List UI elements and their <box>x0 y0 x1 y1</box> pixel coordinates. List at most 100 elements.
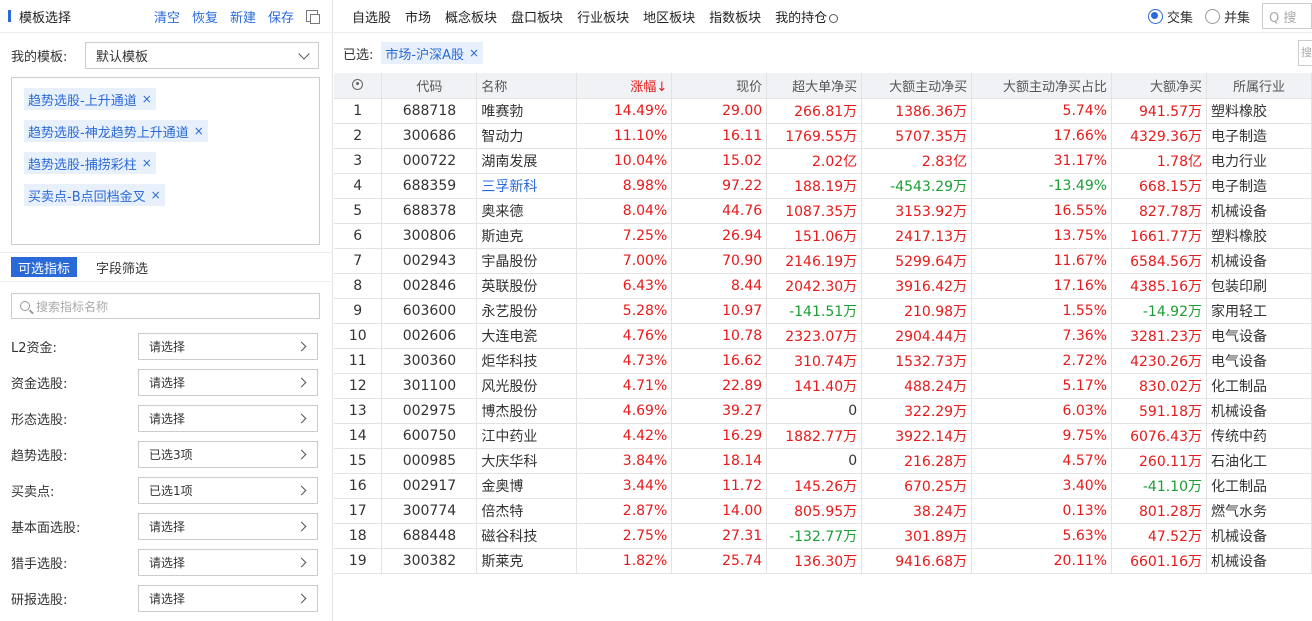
table-row[interactable]: 17 300774 倍杰特 2.87% 14.00 805.95万 38.24万 0.13% 8… <box>334 498 1312 524</box>
filter-select[interactable]: 请选择 <box>138 368 318 396</box>
header-large-active-net-buy-col[interactable]: 大额主动净买 <box>861 73 973 99</box>
filter-select[interactable]: 请选择 <box>138 512 318 540</box>
filter-select[interactable]: 已选1项 <box>138 476 318 504</box>
close-icon[interactable]: × <box>151 188 161 202</box>
super-large-net-buy: 2146.19万 <box>766 248 863 274</box>
result-search-input[interactable]: 搜 <box>1298 40 1312 66</box>
table-row[interactable]: 2 300686 智动力 11.10% 16.11 1769.55万 5707.35万 17.… <box>334 123 1312 149</box>
stock-code: 002943 <box>381 248 478 274</box>
stock-name[interactable]: 斯迪克 <box>476 223 578 249</box>
table-row[interactable]: 3 000722 湖南发展 10.04% 15.02 2.02亿 2.83亿 31.17% 1.… <box>334 148 1312 174</box>
filter-row: L2资金: 请选择 <box>11 328 320 364</box>
stock-name[interactable]: 磁谷科技 <box>476 523 578 549</box>
super-large-net-buy: 136.30万 <box>766 548 863 574</box>
template-dropdown[interactable]: 默认模板 <box>85 42 319 69</box>
nav-index[interactable]: 指数板块 <box>709 7 761 26</box>
stock-name[interactable]: 江中药业 <box>476 423 578 449</box>
table-row[interactable]: 4 688359 三孚新科 8.98% 97.22 188.19万 -4543.29万 -13… <box>334 173 1312 199</box>
radio-intersect-label: 交集 <box>1166 10 1193 26</box>
table-row[interactable]: 12 301100 风光股份 4.71% 22.89 141.40万 488.24万 5.17… <box>334 373 1312 399</box>
nav-industry[interactable]: 行业板块 <box>577 7 629 26</box>
restore-button[interactable]: 恢复 <box>192 7 218 26</box>
header-code-col[interactable]: 代码 <box>381 73 478 99</box>
table-row[interactable]: 1 688718 唯赛勃 14.49% 29.00 266.81万 1386.36万 5.74… <box>334 98 1312 124</box>
super-large-net-buy: 1769.55万 <box>766 123 863 149</box>
nav-watchlist[interactable]: 自选股 <box>352 7 391 26</box>
header-super-large-net-buy-col[interactable]: 超大单净买 <box>766 73 863 99</box>
stock-code: 688359 <box>381 173 478 199</box>
panel-title: 模板选择 <box>19 10 72 26</box>
stock-name[interactable]: 风光股份 <box>476 373 578 399</box>
clear-button[interactable]: 清空 <box>154 7 180 26</box>
stock-name[interactable]: 永艺股份 <box>476 298 578 324</box>
table-row[interactable]: 16 002917 金奥博 3.44% 11.72 145.26万 670.25万 3.40%… <box>334 473 1312 499</box>
stock-name[interactable]: 金奥博 <box>476 473 578 499</box>
large-active-net-buy: 3922.14万 <box>861 423 973 449</box>
filter-label: 买卖点: <box>11 484 55 500</box>
large-active-net-buy: 216.28万 <box>861 448 973 474</box>
large-active-ratio: 1.55% <box>971 298 1113 324</box>
nav-concept[interactable]: 概念板块 <box>445 7 497 26</box>
large-net-buy: 4385.16万 <box>1111 273 1207 299</box>
filter-select[interactable]: 请选择 <box>138 548 318 576</box>
table-row[interactable]: 5 688378 奥来德 8.04% 44.76 1087.35万 3153.92万 16.5… <box>334 198 1312 224</box>
nav-board[interactable]: 盘口板块 <box>511 7 563 26</box>
nav-region[interactable]: 地区板块 <box>643 7 695 26</box>
stock-name[interactable]: 三孚新科 <box>476 173 578 199</box>
header-change-col[interactable]: 涨幅↓ <box>576 73 673 99</box>
filter-select[interactable]: 请选择 <box>138 404 318 432</box>
stock-code: 603600 <box>381 298 478 324</box>
table-row[interactable]: 10 002606 大连电瓷 4.76% 10.78 2323.07万 2904.44万 7.… <box>334 323 1312 349</box>
tab-available-indicators[interactable]: 可选指标 <box>11 257 78 277</box>
nav-holdings[interactable]: 我的持仓 <box>775 7 839 26</box>
table-row[interactable]: 6 300806 斯迪克 7.25% 26.94 151.06万 2417.13万 13.75… <box>334 223 1312 249</box>
table-row[interactable]: 14 600750 江中药业 4.42% 16.29 1882.77万 3922.14万 9.… <box>334 423 1312 449</box>
close-icon[interactable]: × <box>142 92 152 106</box>
stock-name[interactable]: 炬华科技 <box>476 348 578 374</box>
price: 29.00 <box>671 98 768 124</box>
stock-name[interactable]: 博杰股份 <box>476 398 578 424</box>
nav-market[interactable]: 市场 <box>405 7 431 26</box>
table-row[interactable]: 15 000985 大庆华科 3.84% 18.14 0 216.28万 4.57% 260.1… <box>334 448 1312 474</box>
table-row[interactable]: 13 002975 博杰股份 4.69% 39.27 0 322.29万 6.03% 591.1… <box>334 398 1312 424</box>
close-icon[interactable]: × <box>142 156 152 170</box>
stock-name[interactable]: 智动力 <box>476 123 578 149</box>
table-row[interactable]: 7 002943 宇晶股份 7.00% 70.90 2146.19万 5299.64万 11.… <box>334 248 1312 274</box>
header-large-active-ratio-col[interactable]: 大额主动净买占比 <box>971 73 1113 99</box>
close-icon[interactable]: × <box>469 46 479 60</box>
stock-name[interactable]: 唯赛勃 <box>476 98 578 124</box>
radio-intersect[interactable]: 交集 <box>1147 7 1193 26</box>
detach-window-icon[interactable] <box>306 10 320 24</box>
table-row[interactable]: 11 300360 炬华科技 4.73% 16.62 310.74万 1532.73万 2.7… <box>334 348 1312 374</box>
table-row[interactable]: 8 002846 英联股份 6.43% 8.44 2042.30万 3916.42万 17.1… <box>334 273 1312 299</box>
header-settings-col[interactable] <box>334 73 383 99</box>
super-large-net-buy: 2.02亿 <box>766 148 863 174</box>
header-large-net-buy-col[interactable]: 大额净买 <box>1111 73 1207 99</box>
stock-name[interactable]: 斯莱克 <box>476 548 578 574</box>
filter-select[interactable]: 请选择 <box>138 584 318 612</box>
stock-name[interactable]: 湖南发展 <box>476 148 578 174</box>
stock-name[interactable]: 奥来德 <box>476 198 578 224</box>
stock-name[interactable]: 倍杰特 <box>476 498 578 524</box>
table-row[interactable]: 19 300382 斯莱克 1.82% 25.74 136.30万 9416.68万 20.1… <box>334 548 1312 574</box>
header-name-col[interactable]: 名称 <box>476 73 578 99</box>
stock-name[interactable]: 大连电瓷 <box>476 323 578 349</box>
indicator-search-input[interactable]: 搜索指标名称 <box>11 293 320 319</box>
chevron-right-icon <box>296 449 307 459</box>
large-active-net-buy: 2417.13万 <box>861 223 973 249</box>
stock-name[interactable]: 宇晶股份 <box>476 248 578 274</box>
stock-name[interactable]: 英联股份 <box>476 273 578 299</box>
header-industry-col[interactable]: 所属行业 <box>1206 73 1312 99</box>
stock-name[interactable]: 大庆华科 <box>476 448 578 474</box>
filter-select[interactable]: 请选择 <box>138 332 318 360</box>
filter-select[interactable]: 已选3项 <box>138 440 318 468</box>
header-price-col[interactable]: 现价 <box>671 73 768 99</box>
new-button[interactable]: 新建 <box>230 7 256 26</box>
stock-search-input[interactable]: Q 搜 <box>1262 3 1312 29</box>
save-button[interactable]: 保存 <box>268 7 294 26</box>
close-icon[interactable]: × <box>194 124 204 138</box>
table-row[interactable]: 18 688448 磁谷科技 2.75% 27.31 -132.77万 301.89万 5.6… <box>334 523 1312 549</box>
table-row[interactable]: 9 603600 永艺股份 5.28% 10.97 -141.51万 210.98万 1.55… <box>334 298 1312 324</box>
tab-field-filter[interactable]: 字段筛选 <box>89 257 155 277</box>
radio-union[interactable]: 并集 <box>1204 7 1250 26</box>
